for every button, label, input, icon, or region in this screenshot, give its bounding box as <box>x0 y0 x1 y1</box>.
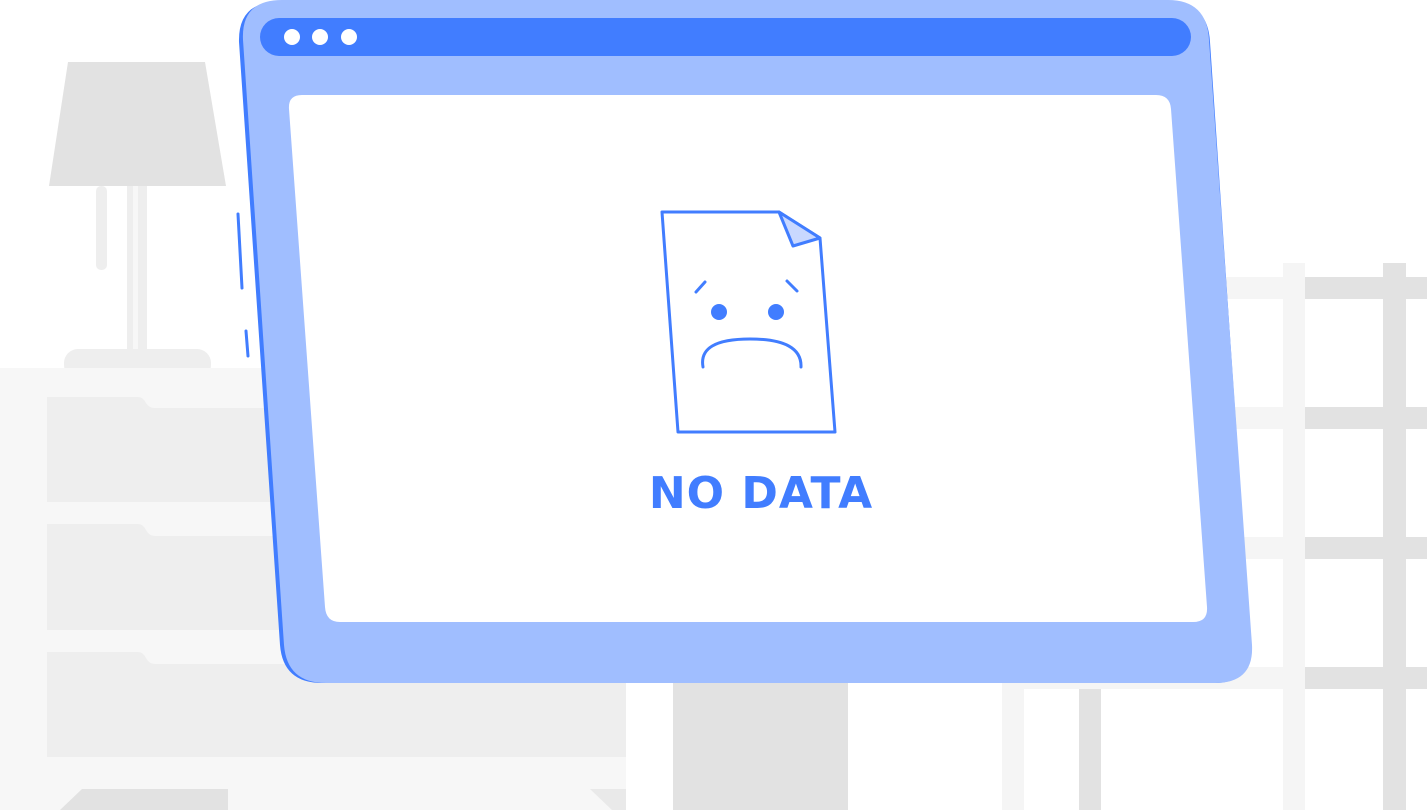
sad-document-icon <box>660 210 837 434</box>
motion-line <box>236 212 244 290</box>
motion-line <box>244 329 250 358</box>
window-dot-icon <box>341 29 357 45</box>
lamp-icon <box>49 62 226 379</box>
no-data-illustration: NO DATA <box>0 0 1427 810</box>
desk-leg <box>673 676 848 810</box>
illustration-canvas: NO DATA <box>0 0 1427 810</box>
no-data-title: NO DATA <box>649 468 873 519</box>
window-dot-icon <box>284 29 300 45</box>
window-dot-icon <box>312 29 328 45</box>
window-title-bar <box>260 18 1191 56</box>
